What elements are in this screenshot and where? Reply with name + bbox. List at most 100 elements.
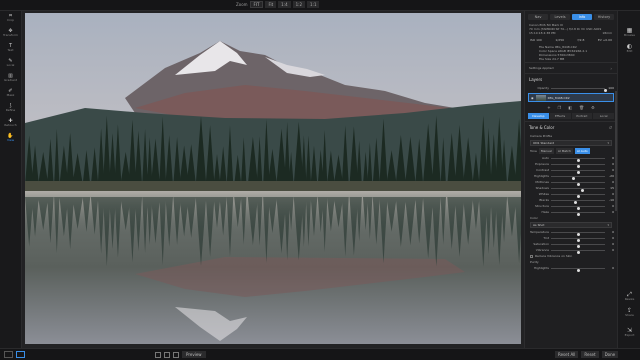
duplicate-layer-icon[interactable]: ❐ [558, 105, 562, 110]
tab-effects[interactable]: Effects [549, 113, 571, 119]
top-bar: Zoom FIT Fit 1:4 1:2 1:1 [0, 0, 640, 11]
module-label: Resize [624, 297, 635, 301]
slider-track[interactable] [551, 232, 605, 236]
slider-vibrance[interactable]: Vibrance 0 [525, 247, 617, 254]
tool-local[interactable]: ✎ Local [0, 58, 21, 70]
tool-text[interactable]: T Text [0, 43, 21, 55]
slider-track[interactable] [551, 182, 605, 186]
zoom-fit-button[interactable]: Fit [265, 1, 277, 8]
slider-value[interactable]: 0 [606, 209, 614, 215]
tool-mask[interactable]: ✐ Mask [0, 88, 21, 100]
stat-aperture: f/2.8 [577, 38, 585, 42]
compare-icon[interactable] [173, 351, 179, 358]
tone-ai-auto-button[interactable]: AI Auto [574, 148, 590, 154]
white-balance-select[interactable]: As Shot [530, 222, 612, 228]
module-browse[interactable]: ▦ Browse [618, 27, 640, 37]
layer-row[interactable]: ◉ IMG_8448.CR2 [528, 93, 614, 102]
slider-track[interactable] [551, 194, 605, 198]
opacity-value[interactable]: 100 [606, 85, 614, 91]
preview-controls: Preview [155, 351, 206, 358]
slider-knob[interactable] [577, 251, 580, 254]
slider-label: Haze [541, 210, 549, 214]
opacity-track[interactable] [551, 88, 607, 92]
tab-levels[interactable]: Levels [550, 14, 570, 20]
done-button[interactable]: Done [601, 351, 619, 358]
tool-crop[interactable]: ⌗ Crop [0, 13, 21, 25]
tab-history[interactable]: History [594, 14, 614, 20]
slider-value[interactable]: 0 [606, 265, 614, 271]
tool-retouch[interactable]: ✚ Retouch [0, 118, 21, 130]
tool-view[interactable]: ✋ View [0, 133, 21, 145]
settings-applied-header[interactable]: Settings Applied › [525, 62, 617, 73]
module-export[interactable]: ⇲ Export [618, 327, 640, 337]
slider-purity-highlights[interactable]: Highlights 0 [525, 265, 617, 272]
module-share[interactable]: ⇪ Share [618, 307, 640, 317]
slider-track[interactable] [551, 158, 605, 162]
module-edit[interactable]: ◐ Edit [618, 43, 640, 53]
slider-track[interactable] [551, 170, 605, 174]
slider-track[interactable] [551, 212, 605, 216]
slider-track[interactable] [551, 244, 605, 248]
slider-track[interactable] [551, 206, 605, 210]
layer-settings-icon[interactable]: ⚙ [591, 105, 595, 110]
layer-actions: + ❐ ◧ 🗑 ⚙ [525, 104, 617, 111]
mask-overlay-icon[interactable] [155, 351, 161, 358]
file-info: File Name IMG_8448.CR2 Color Space sRGB … [525, 44, 617, 62]
slider-knob[interactable] [577, 213, 580, 216]
zoom-quarter-button[interactable]: 1:4 [278, 1, 291, 8]
slider-knob[interactable] [577, 269, 580, 272]
purity-sliders: Highlights 0 [525, 265, 617, 272]
zoom-select[interactable]: FIT [249, 1, 264, 8]
preview-button[interactable]: Preview [182, 351, 206, 358]
develop-tabs: Develop Effects Portrait Local [525, 111, 617, 121]
clipping-icon[interactable] [164, 351, 170, 358]
reduce-vibrance-label: Reduce Vibrance on Skin [535, 254, 573, 258]
reset-all-button[interactable]: Reset All [555, 351, 579, 358]
tab-local[interactable]: Local [593, 113, 614, 119]
slider-track[interactable] [551, 176, 605, 180]
slider-track[interactable] [551, 238, 605, 242]
camera-profile-select[interactable]: ON1 Standard [530, 140, 612, 146]
add-layer-icon[interactable]: + [547, 105, 550, 110]
slider-track[interactable] [551, 200, 605, 204]
slider-track[interactable] [551, 250, 605, 254]
opacity-label: Opacity [537, 86, 549, 90]
slider-track[interactable] [551, 188, 605, 192]
tool-transform[interactable]: ✥ Transform [0, 28, 21, 40]
layers-header[interactable]: Layers [525, 73, 617, 85]
module-label: Browse [624, 33, 635, 37]
checkbox-box[interactable] [530, 254, 533, 258]
delete-layer-icon[interactable]: 🗑 [579, 105, 584, 110]
tab-nav[interactable]: Nav [528, 14, 548, 20]
slider-track[interactable] [551, 164, 605, 168]
zoom-full-button[interactable]: 1:1 [307, 1, 320, 8]
chevron-right-icon: › [610, 66, 612, 71]
tone-manual-button[interactable]: Manual [538, 148, 554, 154]
tool-refine[interactable]: ⟆ Refine [0, 103, 21, 115]
tool-label: Retouch [4, 123, 17, 127]
tool-label: Gradient [3, 78, 18, 82]
module-resize[interactable]: ⤢ Resize [618, 291, 640, 301]
slider-value[interactable]: 0 [606, 247, 614, 253]
tab-info[interactable]: Info [572, 14, 592, 20]
tab-portrait[interactable]: Portrait [571, 113, 593, 119]
eye-icon[interactable]: ◉ [531, 96, 534, 100]
opacity-slider[interactable]: Opacity 100 [525, 85, 617, 92]
tab-develop[interactable]: Develop [528, 113, 549, 119]
zoom-half-button[interactable]: 1:2 [292, 1, 306, 8]
slider-haze[interactable]: Haze 0 [525, 209, 617, 216]
photo-canvas[interactable] [22, 11, 524, 348]
tone-color-header[interactable]: Tone & Color ↺ [525, 121, 617, 133]
color-sliders: Temperature 0 Tint 0 Saturation 0 Vibrance 0 [525, 229, 617, 254]
compare-view-icon[interactable] [16, 351, 25, 358]
tone-ai-match-button[interactable]: AI Match [555, 148, 573, 154]
tool-gradient[interactable]: ▥ Gradient [0, 73, 21, 85]
mask-layer-icon[interactable]: ◧ [568, 105, 572, 110]
slider-track[interactable] [551, 268, 605, 272]
single-view-icon[interactable] [4, 351, 13, 358]
reset-icon[interactable]: ↺ [609, 125, 612, 130]
reset-button[interactable]: Reset [581, 351, 599, 358]
tool-label: Mask [6, 93, 15, 97]
file-line: File Size 24.7 MB [539, 57, 565, 61]
photo-image[interactable] [25, 13, 521, 344]
